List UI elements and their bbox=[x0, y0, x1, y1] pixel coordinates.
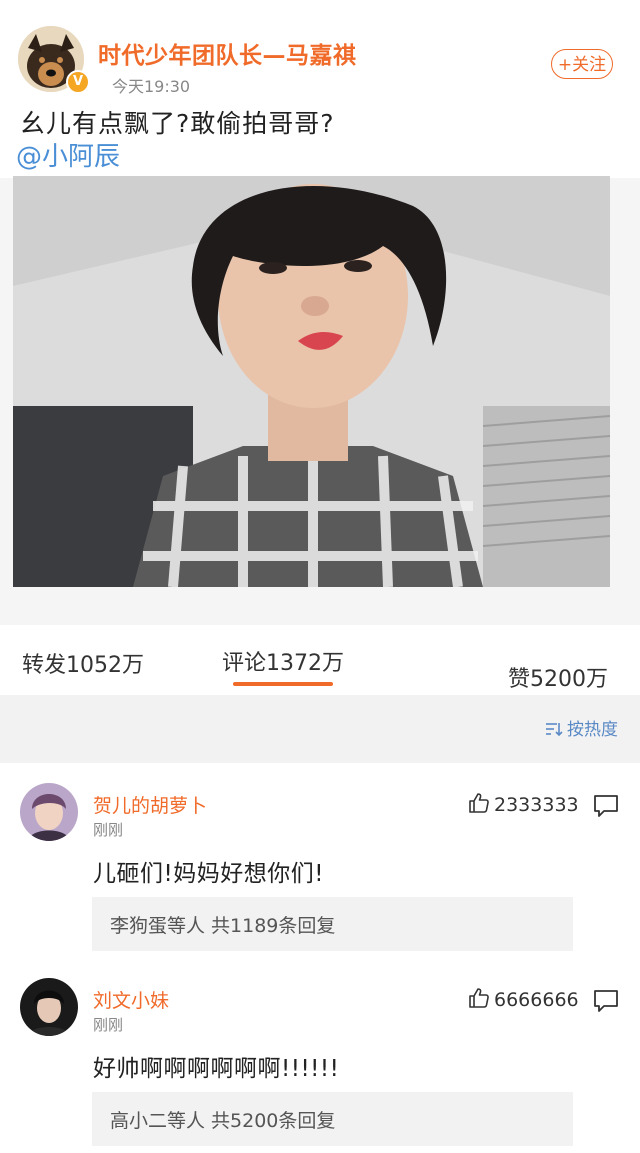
post-text: 幺儿有点飘了?敢偷拍哥哥? bbox=[20, 109, 335, 138]
comment-replies-summary: 高小二等人 共5200条回复 bbox=[110, 1110, 336, 1132]
commenter-name[interactable]: 刘文小妹 bbox=[93, 986, 169, 1013]
sort-by-hot-button[interactable]: 按热度 bbox=[545, 715, 618, 740]
likes-tab[interactable]: 赞5200万 bbox=[508, 661, 608, 693]
comment-replies-box[interactable]: 李狗蛋等人 共1189条回复 bbox=[92, 897, 573, 951]
sort-label: 按热度 bbox=[567, 720, 618, 740]
comment-time: 刚刚 bbox=[93, 1016, 124, 1034]
comment-like-button[interactable]: 2333333 bbox=[467, 791, 579, 816]
commenter-avatar[interactable] bbox=[20, 783, 78, 841]
comment-text: 儿砸们!妈妈好想你们! bbox=[93, 861, 324, 887]
comments-tab[interactable]: 评论1372万 bbox=[222, 645, 344, 677]
thumbs-up-icon bbox=[469, 793, 489, 813]
comment-reply-icon[interactable] bbox=[592, 793, 620, 823]
sort-icon bbox=[546, 723, 563, 737]
comment-item: 贺儿的胡萝卜 刚刚 2333333 儿砸们!妈妈好想你们! 李狗蛋等人 共118… bbox=[0, 763, 640, 958]
comment-replies-summary: 李狗蛋等人 共1189条回复 bbox=[110, 915, 336, 937]
mention-link[interactable]: @小阿辰 bbox=[16, 136, 120, 173]
post-header: V 时代少年团队长—马嘉祺 今天19:30 +关注 bbox=[0, 0, 640, 100]
commenter-name[interactable]: 贺儿的胡萝卜 bbox=[93, 791, 207, 818]
repost-tab[interactable]: 转发1052万 bbox=[22, 647, 144, 679]
comment-like-button[interactable]: 6666666 bbox=[467, 986, 579, 1011]
post-photo[interactable] bbox=[13, 176, 610, 587]
comment-item: 刘文小妹 刚刚 6666666 好帅啊啊啊啊啊啊!!!!!! 高小二等人 共52… bbox=[0, 958, 640, 1153]
comment-like-count: 2333333 bbox=[494, 794, 579, 816]
active-tab-indicator bbox=[233, 682, 333, 686]
commenter-avatar[interactable] bbox=[20, 978, 78, 1036]
comment-text: 好帅啊啊啊啊啊啊!!!!!! bbox=[93, 1056, 340, 1082]
verified-badge-icon: V bbox=[66, 70, 90, 94]
follow-button[interactable]: +关注 bbox=[551, 49, 613, 79]
author-name[interactable]: 时代少年团队长—马嘉祺 bbox=[98, 36, 357, 70]
comment-time: 刚刚 bbox=[93, 821, 124, 839]
comment-like-count: 6666666 bbox=[494, 989, 579, 1011]
post-time: 今天19:30 bbox=[112, 77, 191, 96]
comment-reply-icon[interactable] bbox=[592, 988, 620, 1018]
sort-bar: 按热度 bbox=[0, 695, 640, 763]
thumbs-up-icon bbox=[469, 988, 489, 1008]
